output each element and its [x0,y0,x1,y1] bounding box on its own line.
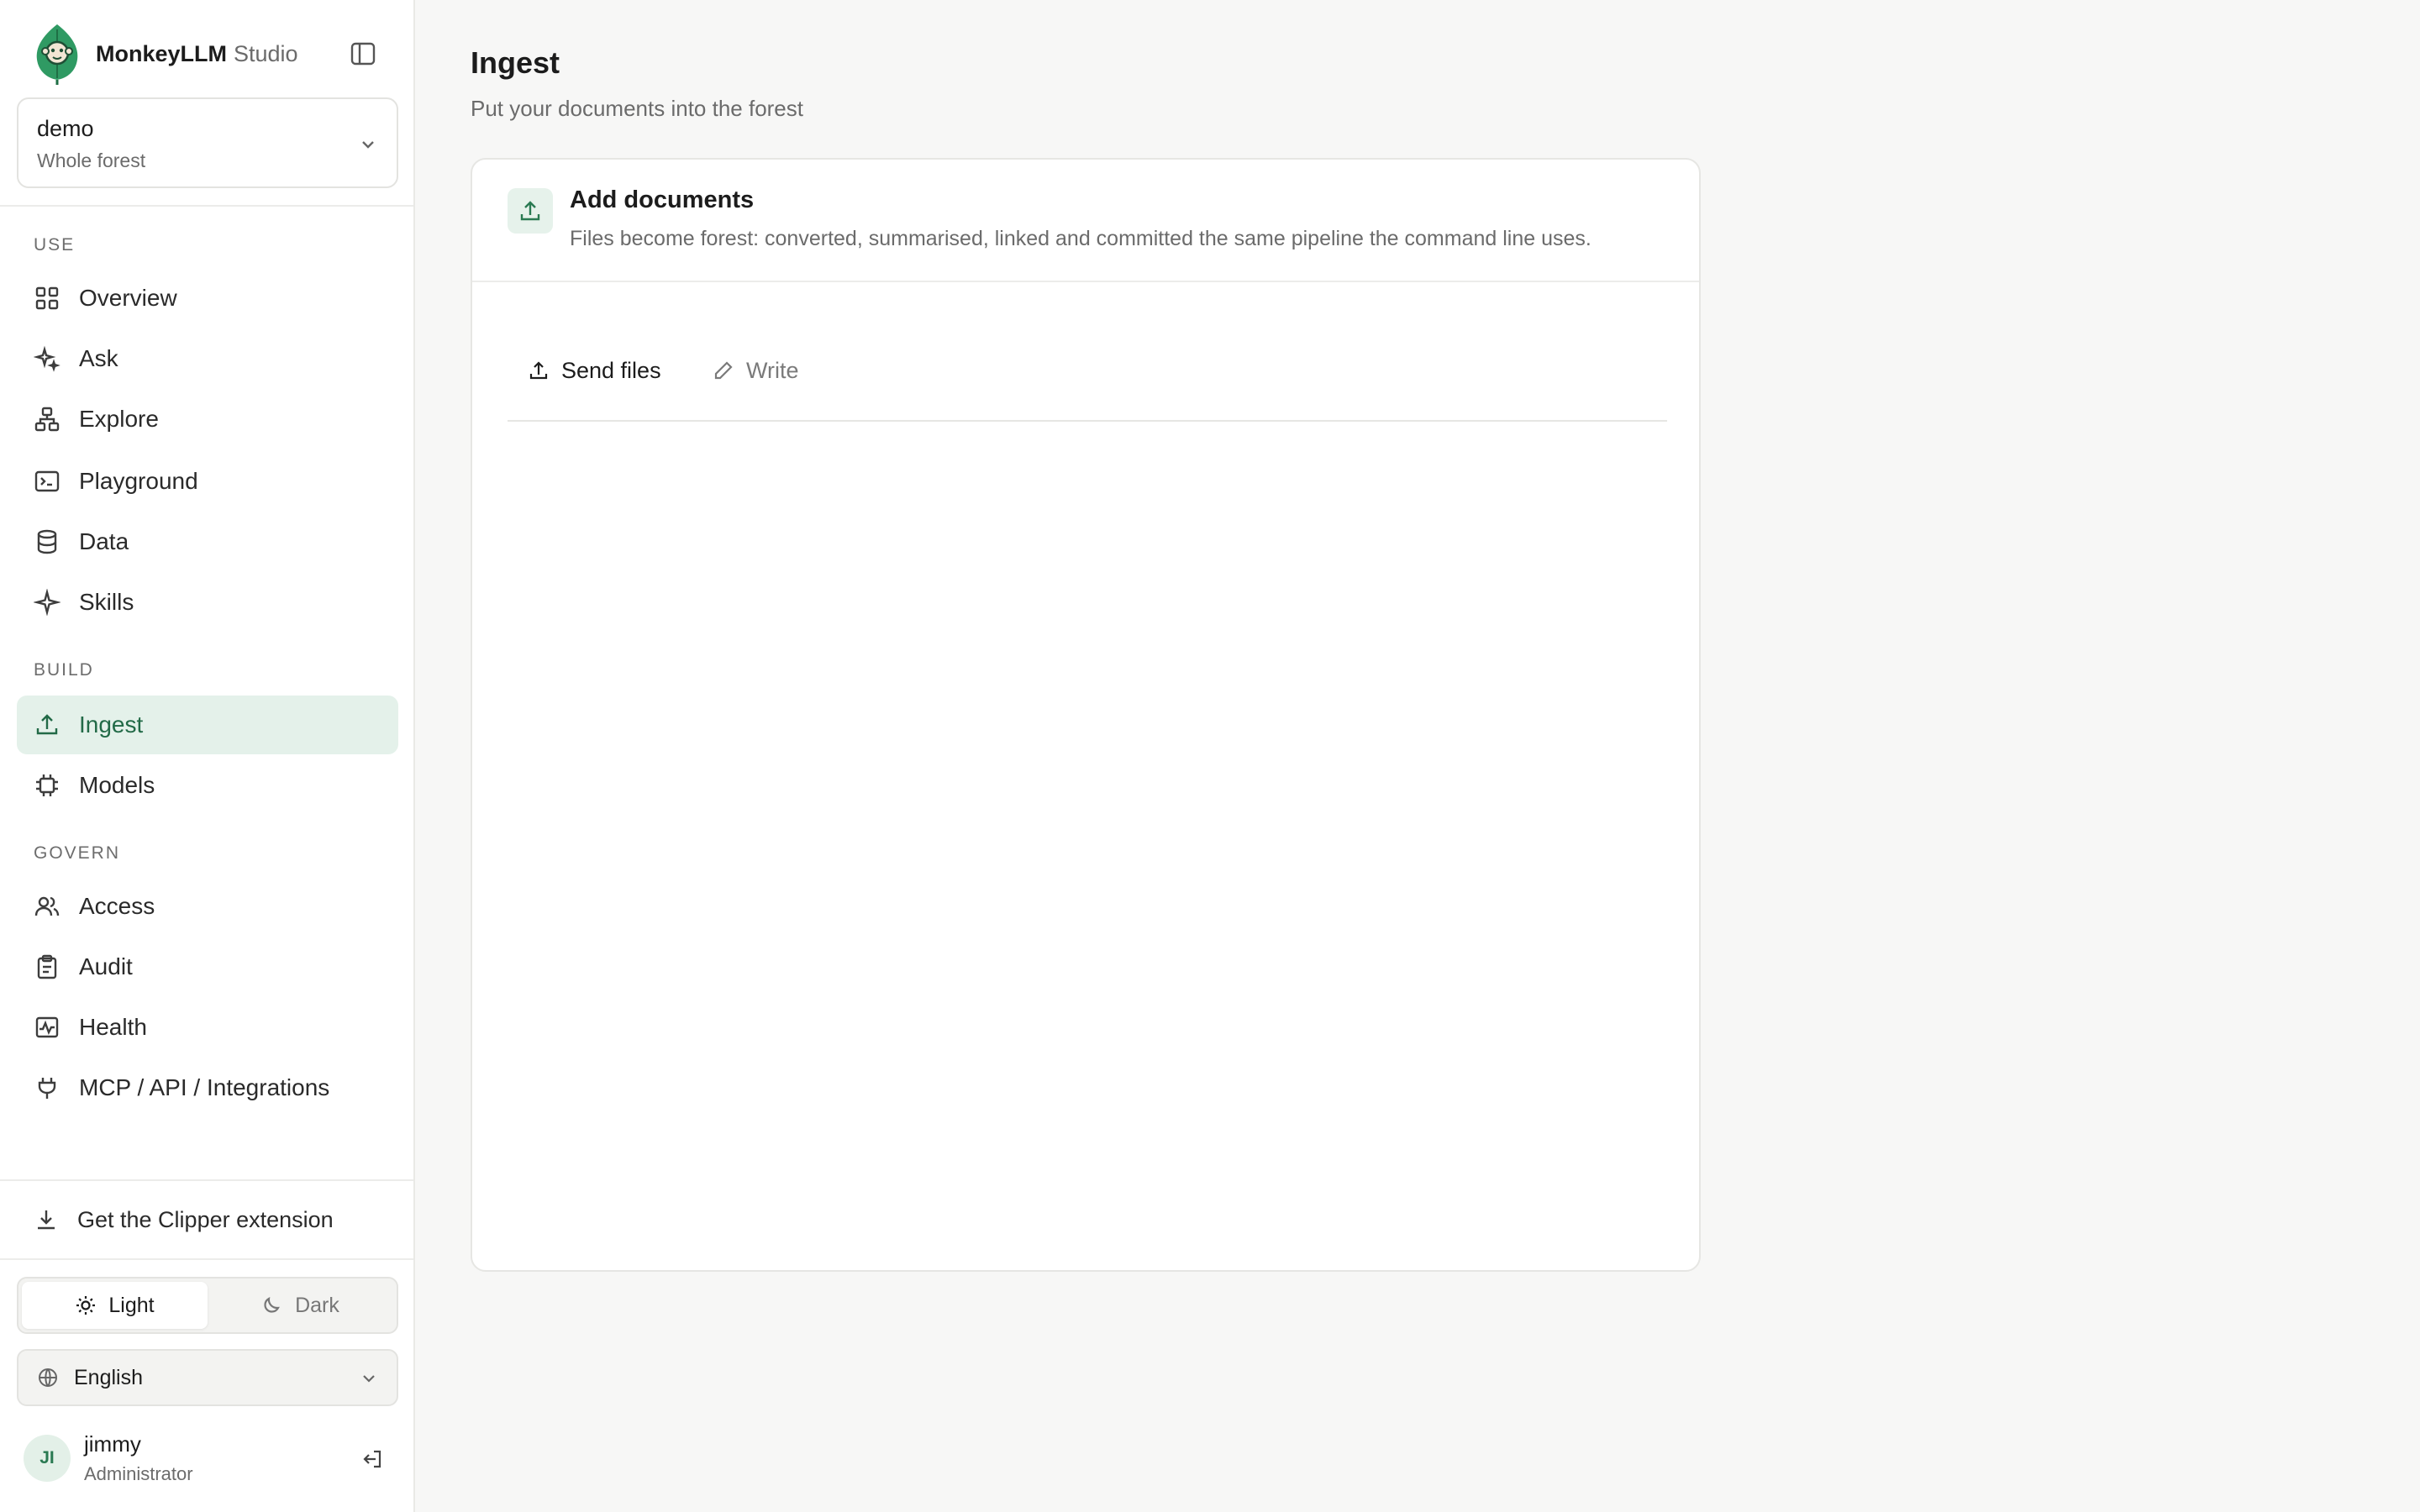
monkey-leaf-logo-icon [36,24,78,85]
tree-structure-icon [34,407,60,432]
clipboard-icon [37,954,57,979]
plug-icon [38,1078,56,1099]
nav-item-integrations[interactable]: MCP / API / Integrations [17,1058,398,1117]
card-title: Add documents [570,186,755,213]
nav-section-build: BUILD [34,660,94,680]
nav-item-health[interactable]: Health [17,998,398,1057]
card-description: Files become forest: converted, summaris… [570,227,1591,250]
avatar: JI [24,1435,71,1482]
divider [0,1258,413,1260]
tab-label: Write [746,357,799,383]
nav-item-audit[interactable]: Audit [17,937,398,996]
pencil-icon [714,361,733,380]
sidebar: MonkeyLLM Studio demo Whole forest USE O… [0,0,415,1512]
user-role: Administrator [84,1463,193,1484]
language-selector[interactable]: English [17,1349,398,1406]
sparkles-icon [34,345,60,372]
nav-label: Models [79,772,155,798]
sun-icon [76,1296,96,1315]
theme-dark-label: Dark [295,1293,339,1317]
nav-label: Playground [79,468,198,494]
clipper-label: Get the Clipper extension [77,1206,334,1232]
chip-icon [36,774,58,796]
moon-icon [264,1297,280,1313]
nav-item-models[interactable]: Models [17,756,398,815]
nav-label: Explore [79,406,159,432]
nav-label: MCP / API / Integrations [79,1074,330,1100]
app-name: MonkeyLLM [96,40,228,66]
upload-icon [529,361,548,380]
brand[interactable]: MonkeyLLM Studio [34,22,387,86]
nav-section-use: USE [34,235,76,255]
sidebar-toggle-icon[interactable] [346,39,380,69]
nav-label: Skills [79,589,134,615]
nav-label: Data [79,528,129,554]
chevron-down-icon [362,141,374,149]
tab-label: Send files [561,357,661,383]
divider [0,1179,413,1181]
theme-light-label: Light [108,1293,155,1317]
user-name: jimmy [84,1431,141,1457]
theme-toggle[interactable]: Light Dark [17,1277,398,1334]
user-profile: JI jimmy Administrator [24,1426,393,1494]
users-icon [34,896,60,916]
nav-item-explore[interactable]: Explore [17,390,398,449]
nav-item-playground[interactable]: Playground [17,452,398,511]
nav-label: Ingest [79,711,144,738]
divider [472,281,1699,282]
nav-item-access[interactable]: Access [17,877,398,936]
sparkle-icon [34,589,60,616]
divider [0,205,413,207]
nav-label: Ask [79,345,118,371]
upload-icon [36,714,58,735]
nav-item-skills[interactable]: Skills [17,573,398,632]
workspace-name: demo [37,116,94,141]
globe-icon [39,1368,57,1387]
tab-write[interactable]: Write [713,319,799,422]
workspace-selector[interactable]: demo Whole forest [17,97,398,188]
terminal-icon [34,470,60,492]
theme-light-option[interactable]: Light [22,1282,208,1329]
nav-item-ingest[interactable]: Ingest [17,696,398,754]
tab-send-files[interactable]: Send files [528,319,661,422]
nav-section-govern: GOVERN [34,843,121,863]
nav-label: Access [79,893,155,919]
upload-icon [508,188,553,234]
chevron-down-icon [363,1375,375,1383]
activity-icon [35,1016,59,1038]
nav-label: Audit [79,953,133,979]
nav-label: Health [79,1014,147,1040]
nav-item-overview[interactable]: Overview [17,269,398,328]
tabs-baseline [508,420,1667,422]
theme-dark-option[interactable]: Dark [208,1282,393,1329]
language-label: English [74,1365,143,1389]
add-documents-card: Add documents Files become forest: conve… [471,158,1701,1272]
nav-label: Overview [79,285,177,311]
logout-icon[interactable] [360,1446,385,1472]
download-icon [38,1210,55,1230]
database-icon [37,529,57,554]
nav-item-ask[interactable]: Ask [17,329,398,388]
nav-item-data[interactable]: Data [17,512,398,571]
ingest-tabs: Send files Write [508,319,1667,423]
app-suffix: Studio [234,40,298,66]
page-subtitle: Put your documents into the forest [471,96,803,121]
page-title: Ingest [471,45,560,80]
clipper-extension-link[interactable]: Get the Clipper extension [17,1194,398,1245]
grid-icon [35,286,59,310]
workspace-scope: Whole forest [37,150,146,171]
